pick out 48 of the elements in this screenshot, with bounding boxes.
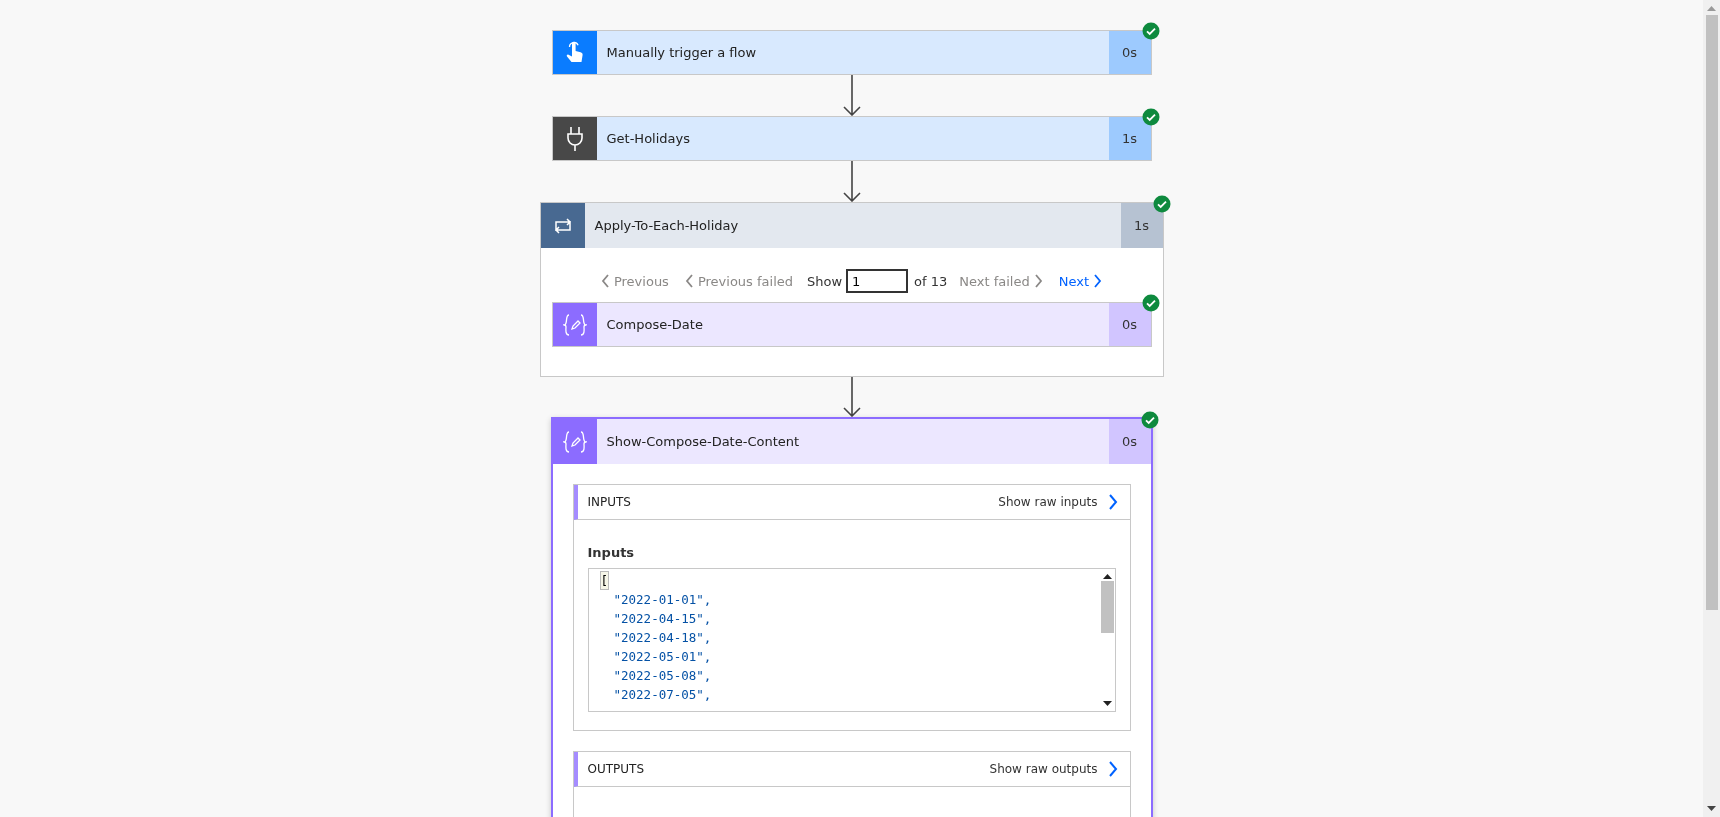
chevron-right-icon <box>1093 274 1103 288</box>
step-duration: 1s <box>1108 117 1151 160</box>
chevron-right-icon <box>1107 494 1118 510</box>
arrow-connector <box>842 161 861 202</box>
code-line: "2022-05-01", <box>613 648 712 666</box>
step-header[interactable]: Manually trigger a flow 0s <box>551 30 1152 75</box>
step-duration: 1s <box>1120 203 1163 248</box>
chevron-right-icon <box>1107 761 1118 777</box>
step-duration: 0s <box>1108 31 1151 74</box>
step-header[interactable]: Compose-Date 0s <box>551 302 1152 347</box>
show-label: Show <box>806 273 844 289</box>
braces-pencil-icon <box>562 313 587 336</box>
scroll-down-arrow-icon[interactable] <box>1103 701 1112 707</box>
step-duration: 0s <box>1108 419 1151 464</box>
chevron-left-icon <box>684 274 694 288</box>
scroll-down-arrow-icon[interactable] <box>1707 806 1716 812</box>
step-title: Get-Holidays <box>606 131 690 146</box>
braces-pencil-icon <box>562 430 587 453</box>
section-title: OUTPUTS <box>587 762 646 776</box>
code-line: "2022-07-05", <box>613 686 712 704</box>
step-header[interactable]: Apply-To-Each-Holiday 1s <box>540 203 1163 248</box>
step-header[interactable]: Get-Holidays 1s <box>551 116 1152 161</box>
show-raw-link[interactable]: Show raw inputs <box>998 494 1118 510</box>
iteration-input[interactable]: 1 <box>846 269 909 293</box>
arrow-connector <box>842 75 861 116</box>
step-title: Show-Compose-Date-Content <box>606 434 800 449</box>
iteration-count: of 13 <box>913 273 949 289</box>
code-viewer[interactable]: [ "2022-01-01", "2022-04-15", "2022-04-18", "2022-05-01", "2022-05-08", "2022-07-05", <box>587 568 1116 712</box>
arrow-connector <box>842 377 861 417</box>
page-scrollbar[interactable] <box>1703 0 1720 817</box>
scroll-up-arrow-icon[interactable] <box>1103 573 1112 579</box>
field-label: Inputs <box>587 545 635 560</box>
show-raw-link[interactable]: Show raw outputs <box>989 761 1118 777</box>
step-header[interactable]: Show-Compose-Date-Content 0s <box>552 419 1151 464</box>
code-line: "2022-05-08", <box>613 667 712 685</box>
code-line: "2022-01-01", <box>613 591 712 609</box>
code-line: "2022-04-15", <box>613 610 712 628</box>
chevron-right-icon <box>1033 274 1043 288</box>
chevron-left-icon <box>600 274 610 288</box>
plug-icon <box>564 125 585 152</box>
step-duration: 0s <box>1108 303 1151 346</box>
next-button[interactable]: Next <box>1050 273 1111 289</box>
section-title: INPUTS <box>587 495 632 509</box>
step-title: Compose-Date <box>606 317 703 332</box>
step-title: Manually trigger a flow <box>606 45 757 60</box>
code-line: "2022-04-18", <box>613 629 712 647</box>
step-title: Apply-To-Each-Holiday <box>594 218 739 233</box>
hand-pointer-icon <box>564 40 585 65</box>
